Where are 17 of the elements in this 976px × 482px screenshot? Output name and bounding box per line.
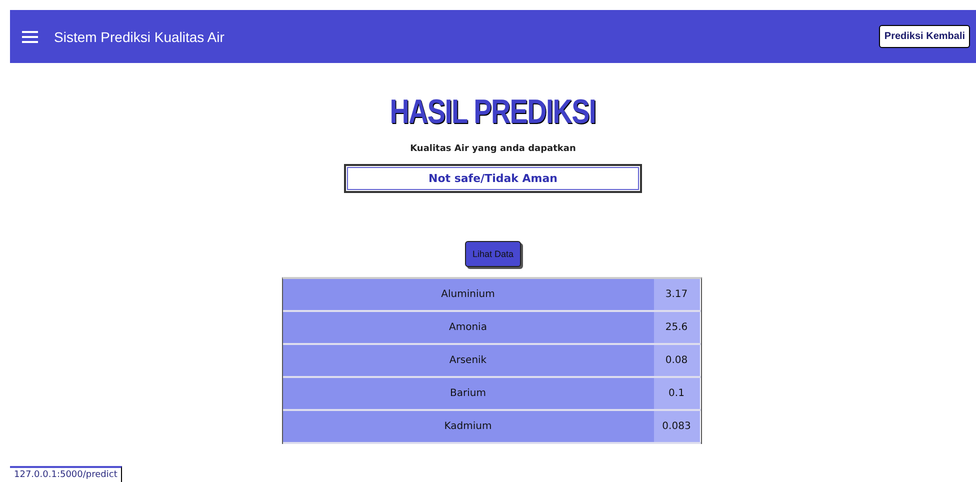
app-title: Sistem Prediksi Kualitas Air — [54, 28, 224, 44]
table-cell: 3.17 — [654, 279, 700, 310]
table-cell: 25.6 — [654, 312, 700, 343]
status-url: 127.0.0.1:5000/predict — [10, 466, 122, 482]
table-cell: Barium — [282, 378, 654, 409]
table-cell: 0.083 — [654, 411, 700, 442]
predict-again-button[interactable]: Prediksi Kembali — [879, 25, 970, 48]
menu-icon[interactable] — [20, 28, 40, 44]
table-cell: 0.1 — [654, 378, 700, 409]
page-heading: HASIL PREDIKSI — [390, 93, 596, 132]
result-value: Not safe/Tidak Aman — [344, 164, 642, 193]
table-cell: 0.08 — [654, 345, 700, 376]
table-cell: Arsenik — [282, 345, 654, 376]
result-label: Kualitas Air yang anda dapatkan — [410, 144, 576, 154]
table-cell: Kadmium — [282, 411, 654, 442]
table-cell: Amonia — [282, 312, 654, 343]
table-cell: Aluminium — [282, 279, 654, 310]
